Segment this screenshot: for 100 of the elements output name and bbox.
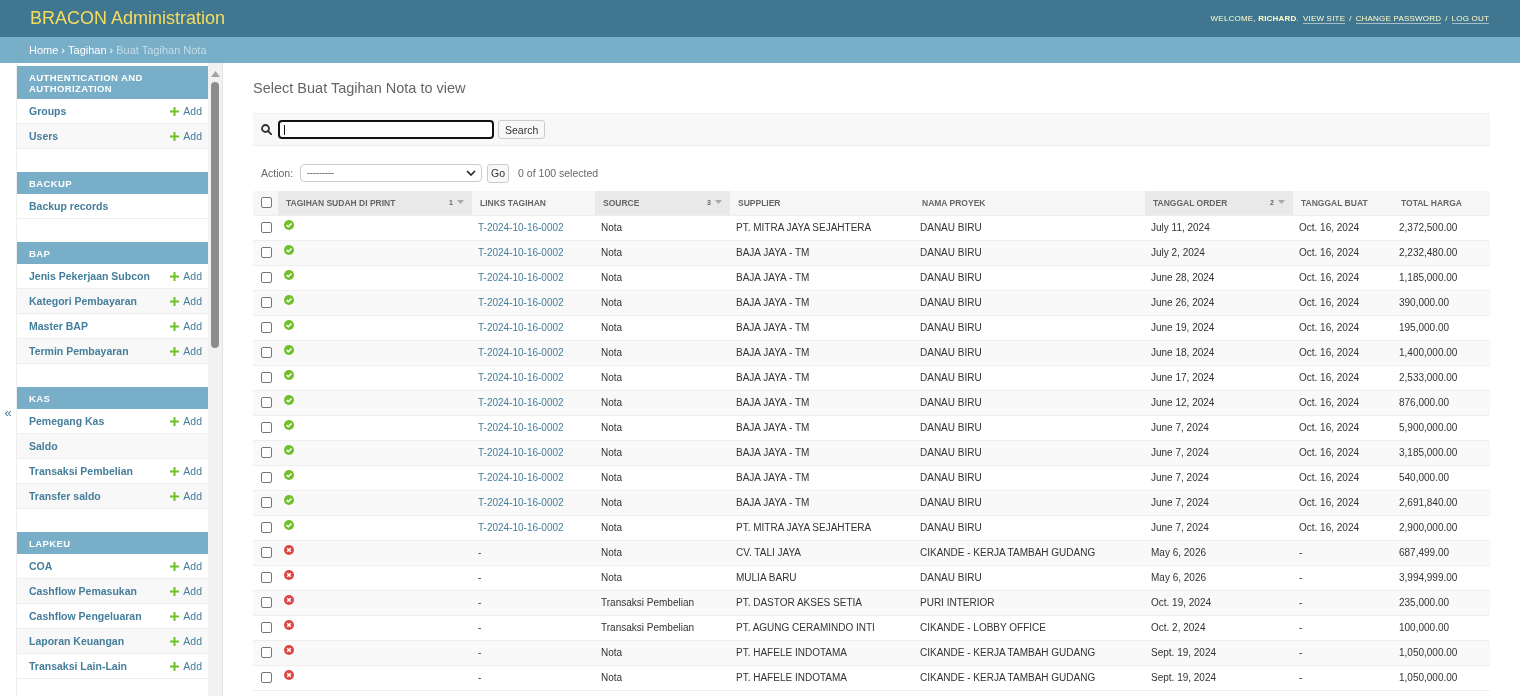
caret-down-icon	[457, 200, 464, 205]
row-checkbox[interactable]	[261, 597, 272, 608]
row-checkbox[interactable]	[261, 472, 272, 483]
add-link[interactable]: Add	[170, 415, 202, 427]
site-title[interactable]: BRACON Administration	[30, 8, 226, 29]
add-link[interactable]: Add	[170, 465, 202, 477]
invoice-link[interactable]: T-2024-10-16-0002	[478, 447, 564, 458]
column-header[interactable]: TOTAL HARGA	[1393, 191, 1490, 215]
user-link[interactable]: LOG OUT	[1451, 13, 1489, 24]
row-checkbox[interactable]	[261, 547, 272, 558]
add-link[interactable]: Add	[170, 560, 202, 572]
invoice-link[interactable]: T-2024-10-16-0002	[478, 397, 564, 408]
add-link[interactable]: Add	[170, 585, 202, 597]
model-link[interactable]: Jenis Pekerjaan Subcon	[29, 270, 150, 282]
table-cell: 2,232,480.00	[1393, 240, 1490, 265]
model-link[interactable]: Saldo	[29, 440, 58, 452]
column-header[interactable]: LINKS TAGIHAN	[472, 191, 595, 215]
separator: /	[1349, 13, 1352, 23]
table-cell: June 7, 2024	[1145, 490, 1293, 515]
row-checkbox[interactable]	[261, 497, 272, 508]
row-checkbox[interactable]	[261, 422, 272, 433]
model-link[interactable]: Cashflow Pemasukan	[29, 585, 137, 597]
model-link[interactable]: Cashflow Pengeluaran	[29, 610, 142, 622]
invoice-link[interactable]: T-2024-10-16-0002	[478, 472, 564, 483]
invoice-link[interactable]: T-2024-10-16-0002	[478, 247, 564, 258]
row-checkbox[interactable]	[261, 297, 272, 308]
model-link[interactable]: Kategori Pembayaran	[29, 295, 137, 307]
table-cell: MULIA BARU	[730, 565, 914, 590]
add-link[interactable]: Add	[170, 270, 202, 282]
action-select[interactable]: ---------	[300, 164, 483, 182]
table-cell: BAJA JAYA - TM	[730, 440, 914, 465]
invoice-link[interactable]: T-2024-10-16-0002	[478, 272, 564, 283]
model-link[interactable]: COA	[29, 560, 53, 572]
row-checkbox[interactable]	[261, 622, 272, 633]
invoice-link[interactable]: T-2024-10-16-0002	[478, 372, 564, 383]
search-field[interactable]	[278, 120, 494, 139]
model-link[interactable]: Users	[29, 130, 59, 142]
row-checkbox[interactable]	[261, 272, 272, 283]
plus-icon	[170, 586, 180, 596]
add-link[interactable]: Add	[170, 490, 202, 502]
module-caption[interactable]: KAS	[17, 387, 208, 409]
add-link[interactable]: Add	[170, 635, 202, 647]
search-button[interactable]: Search	[498, 120, 546, 139]
table-cell: Oct. 19, 2024	[1145, 590, 1293, 615]
column-header[interactable]: NAMA PROYEK	[914, 191, 1145, 215]
caret-down-icon	[715, 200, 722, 205]
plus-icon	[170, 346, 180, 356]
model-link[interactable]: Transaksi Pembelian	[29, 465, 133, 477]
invoice-link[interactable]: T-2024-10-16-0002	[478, 422, 564, 433]
row-checkbox[interactable]	[261, 222, 272, 233]
table-cell: June 7, 2024	[1145, 440, 1293, 465]
model-link[interactable]: Transaksi Lain-Lain	[29, 660, 128, 672]
go-button[interactable]: Go	[487, 163, 510, 183]
row-checkbox[interactable]	[261, 647, 272, 658]
row-checkbox[interactable]	[261, 347, 272, 358]
model-link[interactable]: Master BAP	[29, 320, 88, 332]
user-link[interactable]: VIEW SITE	[1302, 13, 1346, 24]
add-link[interactable]: Add	[170, 320, 202, 332]
breadcrumb-link[interactable]: Tagihan	[68, 44, 107, 56]
user-link[interactable]: CHANGE PASSWORD	[1355, 13, 1442, 24]
row-checkbox[interactable]	[261, 322, 272, 333]
add-link[interactable]: Add	[170, 610, 202, 622]
add-link[interactable]: Add	[170, 660, 202, 672]
row-checkbox[interactable]	[261, 572, 272, 583]
add-link[interactable]: Add	[170, 345, 202, 357]
invoice-link[interactable]: T-2024-10-16-0002	[478, 297, 564, 308]
model-link[interactable]: Backup records	[29, 200, 109, 212]
table-cell: Nota	[595, 240, 730, 265]
row-checkbox[interactable]	[261, 397, 272, 408]
invoice-link[interactable]: T-2024-10-16-0002	[478, 347, 564, 358]
table-cell: Nota	[595, 365, 730, 390]
add-link[interactable]: Add	[170, 295, 202, 307]
model-link[interactable]: Pemegang Kas	[29, 415, 105, 427]
module-caption[interactable]: BACKUP	[17, 172, 208, 194]
select-all-checkbox[interactable]	[261, 197, 272, 209]
column-header[interactable]: SUPPLIER	[730, 191, 914, 215]
add-link[interactable]: Add	[170, 130, 202, 142]
row-checkbox[interactable]	[261, 372, 272, 383]
model-link[interactable]: Laporan Keuangan	[29, 635, 125, 647]
invoice-link[interactable]: T-2024-10-16-0002	[478, 222, 564, 233]
model-link[interactable]: Groups	[29, 105, 67, 117]
table-cell: PT. HAFELE INDOTAMA	[730, 640, 914, 665]
add-link[interactable]: Add	[170, 105, 202, 117]
model-link[interactable]: Termin Pembayaran	[29, 345, 129, 357]
module-caption[interactable]: AUTHENTICATION AND AUTHORIZATION	[17, 66, 208, 99]
module-caption[interactable]: BAP	[17, 242, 208, 264]
breadcrumb-link[interactable]: Home	[29, 44, 59, 56]
invoice-link[interactable]: T-2024-10-16-0002	[478, 322, 564, 333]
invoice-link[interactable]: T-2024-10-16-0002	[478, 522, 564, 533]
invoice-link[interactable]: T-2024-10-16-0002	[478, 497, 564, 508]
row-checkbox[interactable]	[261, 672, 272, 683]
row-checkbox[interactable]	[261, 447, 272, 458]
row-checkbox[interactable]	[261, 247, 272, 258]
plus-icon	[170, 416, 180, 426]
model-link[interactable]: Transfer saldo	[29, 490, 101, 502]
column-header[interactable]: TANGGAL BUAT	[1293, 191, 1393, 215]
row-checkbox[interactable]	[261, 522, 272, 533]
module-caption[interactable]: LAPKEU	[17, 532, 208, 554]
table-cell: May 6, 2026	[1145, 540, 1293, 565]
table-cell: DANAU BIRU	[914, 440, 1145, 465]
